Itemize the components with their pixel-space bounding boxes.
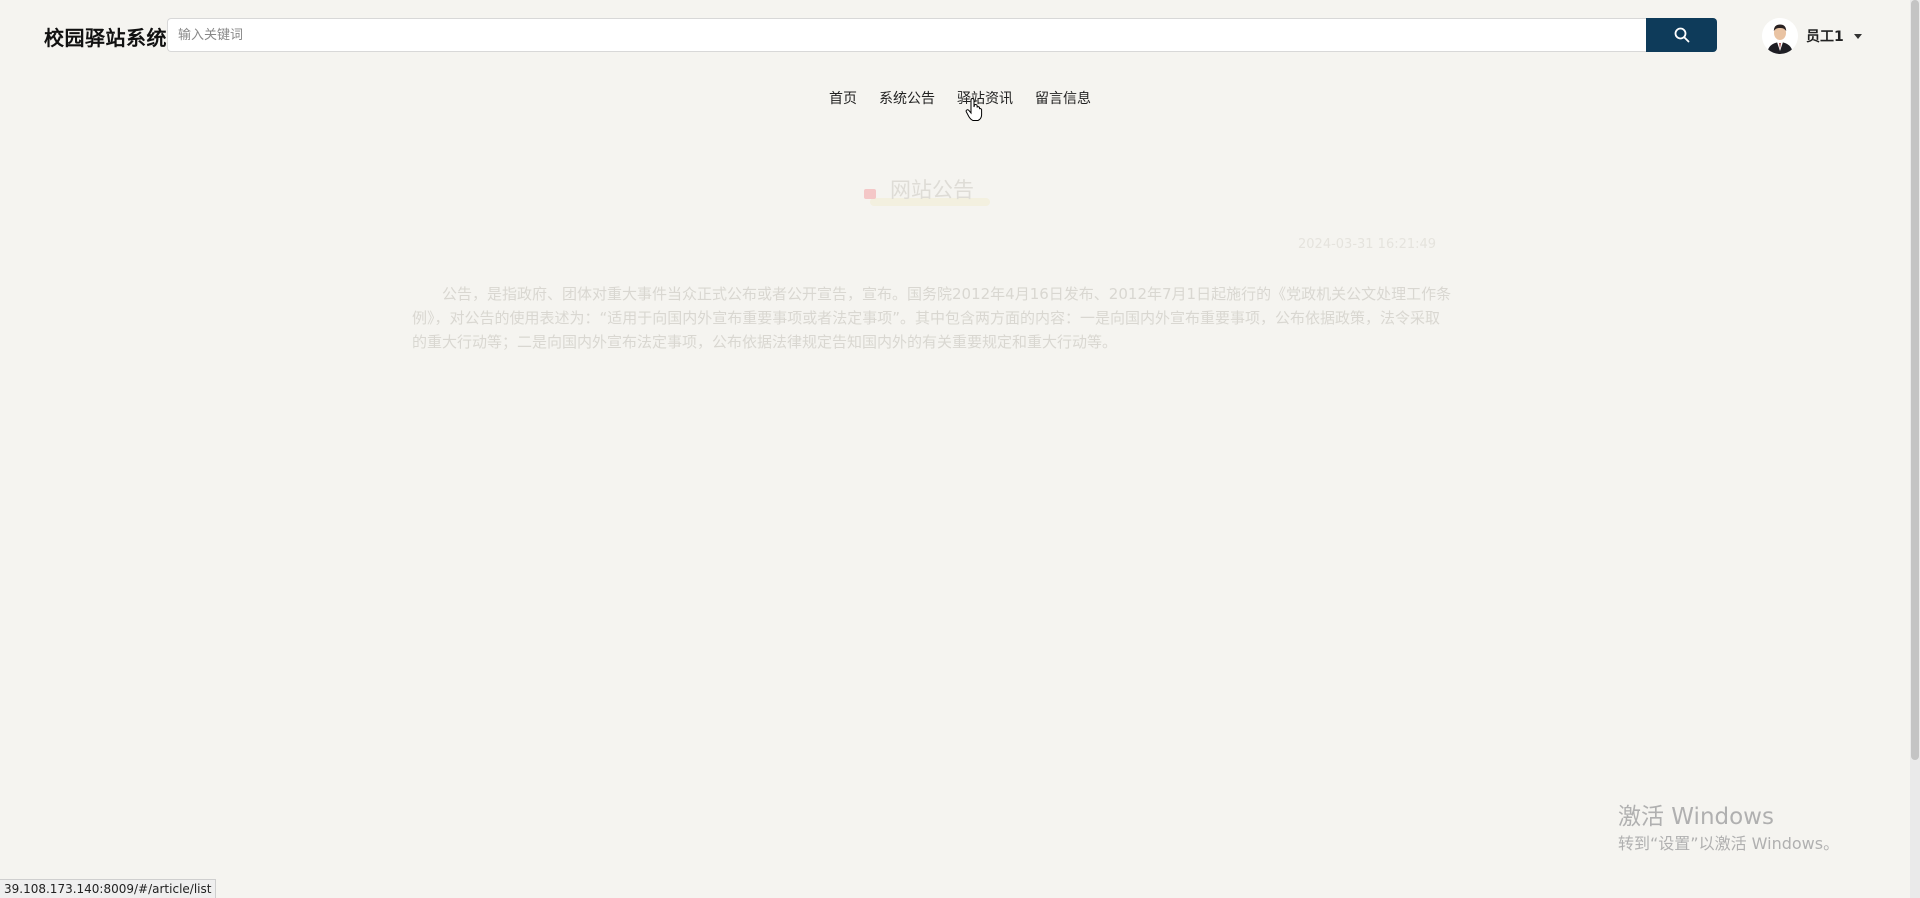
nav-item-home[interactable]: 首页 (829, 88, 857, 108)
status-bar-url: 39.108.173.140:8009/#/article/list (0, 879, 217, 898)
user-menu[interactable]: 员工1 (1762, 18, 1862, 54)
user-avatar-icon (1762, 18, 1798, 54)
site-brand[interactable]: 校园驿站系统 (44, 22, 167, 51)
hand-cursor-icon (965, 98, 983, 121)
article-body: 公告，是指政府、团体对重大事件当众正式公布或者公开宣告，宣布。国务院2012年4… (412, 285, 1452, 351)
user-name[interactable]: 员工1 (1806, 26, 1844, 46)
flag-icon (864, 189, 876, 199)
search-icon (1674, 27, 1689, 43)
article-title: 网站公告 (890, 178, 974, 202)
chevron-down-icon[interactable] (1853, 33, 1862, 39)
main-nav: 首页 系统公告 驿站资讯 留言信息 (0, 88, 1920, 108)
windows-activation-watermark: 激活 Windows 转到“设置”以激活 Windows。 (1618, 802, 1839, 854)
nav-item-announcements[interactable]: 系统公告 (879, 88, 935, 108)
search-input[interactable] (167, 18, 1646, 52)
search-bar (167, 18, 1717, 52)
watermark-subtitle: 转到“设置”以激活 Windows。 (1618, 834, 1840, 853)
article-title-block: 网站公告 (862, 172, 992, 212)
watermark-title: 激活 Windows (1618, 804, 1774, 830)
avatar[interactable] (1762, 18, 1798, 54)
scrollbar[interactable] (1910, 0, 1920, 898)
article-date: 2024-03-31 16:21:49 (1298, 237, 1437, 252)
scrollbar-thumb[interactable] (1911, 0, 1919, 760)
search-button[interactable] (1646, 18, 1717, 52)
nav-item-messages[interactable]: 留言信息 (1035, 88, 1091, 108)
